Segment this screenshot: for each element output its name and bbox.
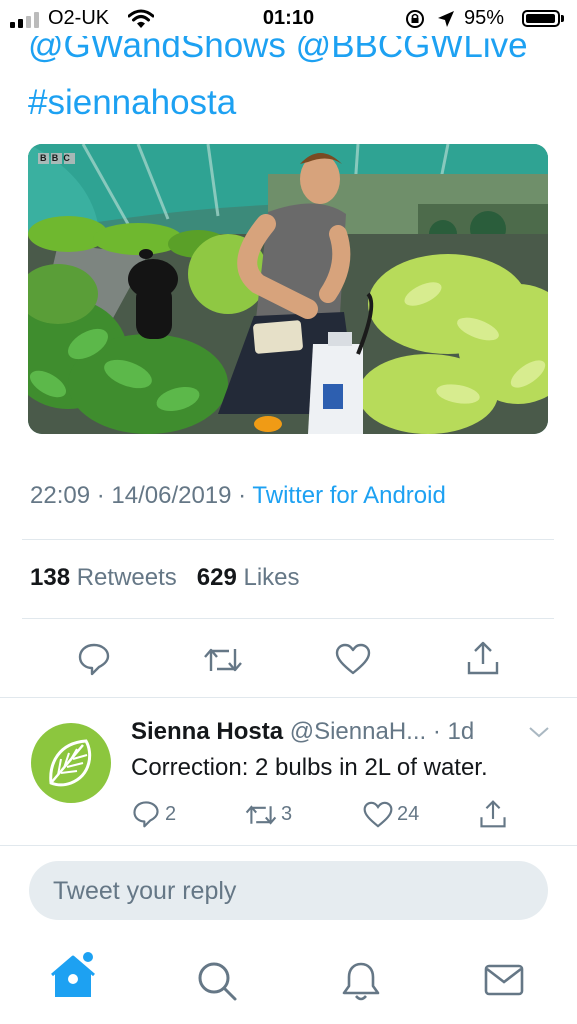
- tweet-source-link[interactable]: Twitter for Android: [252, 482, 445, 509]
- bbc-watermark: BBC: [40, 153, 76, 163]
- reply-icon[interactable]: [132, 800, 160, 828]
- notifications-icon[interactable]: [341, 960, 381, 1002]
- reply-author-handle[interactable]: @SiennaH...: [290, 718, 426, 745]
- divider: [22, 539, 554, 540]
- retweet-count[interactable]: 138: [30, 564, 70, 591]
- reply-author-name[interactable]: Sienna Hosta: [131, 718, 283, 745]
- battery-tip: [561, 15, 564, 22]
- reply-header: Sienna Hosta @SiennaH... · 1d: [131, 718, 474, 746]
- chevron-down-icon[interactable]: [528, 725, 550, 739]
- share-icon[interactable]: [466, 640, 500, 676]
- like-count[interactable]: 629: [197, 564, 237, 591]
- battery-icon: [522, 10, 560, 27]
- messages-icon[interactable]: [484, 963, 524, 997]
- divider: [22, 618, 554, 619]
- home-icon[interactable]: [50, 951, 96, 999]
- reply-text: Correction: 2 bulbs in 2L of water.: [131, 754, 488, 781]
- tweet-timestamp: 22:09 · 14/06/2019 ·: [30, 482, 253, 509]
- hosta-leaf-logo: [49, 739, 92, 787]
- reply-reply-count: 2: [165, 803, 177, 825]
- search-icon[interactable]: [196, 960, 238, 1002]
- heart-icon[interactable]: [335, 643, 371, 675]
- engagement-counts: 138 Retweets 629 Likes: [30, 564, 300, 592]
- reply-compose-box[interactable]: [29, 861, 548, 922]
- tweet-media-image[interactable]: [28, 144, 548, 434]
- divider: [0, 697, 577, 698]
- location-arrow-icon: [438, 11, 454, 27]
- orientation-lock-icon: [406, 10, 424, 28]
- reply-icon[interactable]: [77, 642, 111, 676]
- retweet-icon[interactable]: [244, 803, 278, 827]
- like-label[interactable]: Likes: [244, 564, 300, 591]
- tweet-meta: 22:09 · 14/06/2019 · Twitter for Android: [30, 482, 446, 510]
- reply-input[interactable]: [51, 861, 515, 922]
- reply-retweet-count: 3: [281, 803, 293, 825]
- retweet-icon[interactable]: [203, 645, 243, 675]
- status-bar: O2-UK 01:10 95%: [0, 0, 577, 36]
- media-illustration: [28, 144, 548, 434]
- reply-time: · 1d: [432, 718, 475, 745]
- retweet-label[interactable]: Retweets: [77, 564, 177, 591]
- share-icon[interactable]: [479, 799, 507, 829]
- reply-like-count: 24: [397, 803, 420, 825]
- battery-percentage: 95%: [464, 7, 505, 29]
- avatar[interactable]: [31, 723, 111, 803]
- heart-icon[interactable]: [363, 801, 393, 828]
- tweet-hashtag[interactable]: #siennahosta: [28, 81, 236, 125]
- divider: [0, 845, 577, 846]
